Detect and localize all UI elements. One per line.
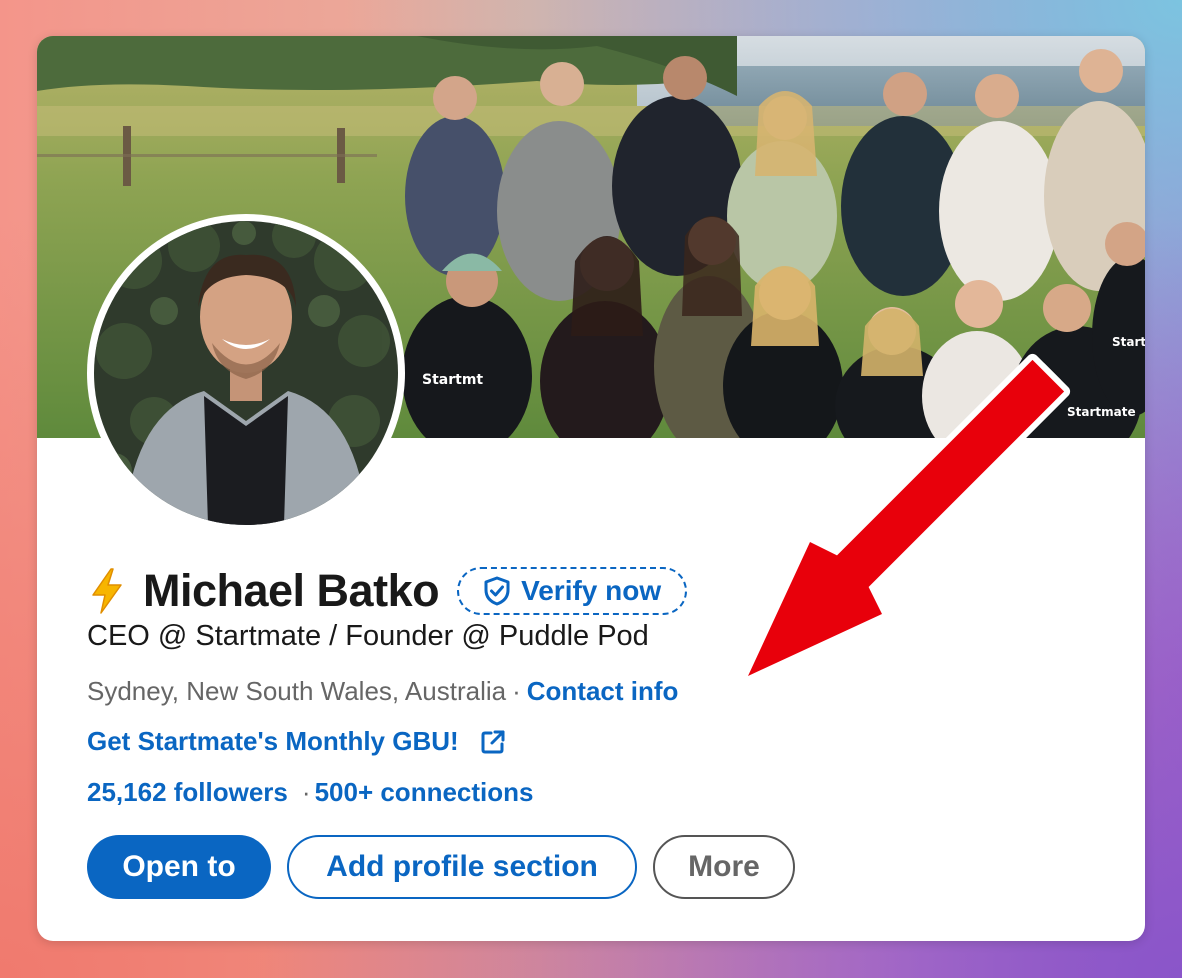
more-button[interactable]: More (653, 835, 795, 899)
website-link-row[interactable]: Get Startmate's Monthly GBU! (87, 726, 507, 757)
svg-text:Startmate: Startmate (1067, 405, 1136, 419)
verify-now-label: Verify now (521, 575, 662, 606)
open-to-button[interactable]: Open to (87, 835, 271, 899)
profile-headline: CEO @ Startmate / Founder @ Puddle Pod (87, 620, 649, 652)
contact-info-link[interactable]: Contact info (527, 676, 679, 706)
shield-check-icon (484, 576, 510, 606)
profile-avatar[interactable] (87, 214, 405, 532)
followers-link[interactable]: 25,162 followers (87, 777, 288, 807)
location-separator: · (512, 676, 521, 706)
stats-row: 25,162 followers · 500+ connections (87, 777, 533, 808)
location-row: Sydney, New South Wales, Australia · Conta… (87, 676, 678, 707)
stats-separator: · (301, 777, 311, 807)
profile-location: Sydney, New South Wales, Australia (87, 676, 507, 706)
external-link-icon (481, 730, 505, 753)
connections-link[interactable]: 500+ connections (315, 777, 534, 807)
svg-text:Startm: Startm (1112, 335, 1145, 349)
avatar-image (94, 221, 398, 525)
profile-card: Startmt Startmate Start m (37, 36, 1145, 941)
website-link[interactable]: Get Startmate's Monthly GBU! (87, 726, 459, 757)
add-profile-section-button[interactable]: Add profile section (287, 835, 637, 899)
name-row: Michael Batko Verify now (87, 563, 688, 619)
profile-name: Michael Batko (143, 565, 440, 616)
verify-now-button[interactable]: Verify now (457, 567, 688, 615)
profile-actions: Open to Add profile section More (87, 835, 795, 899)
lightning-bolt-icon (92, 568, 122, 614)
svg-text:Startmt: Startmt (422, 372, 483, 388)
